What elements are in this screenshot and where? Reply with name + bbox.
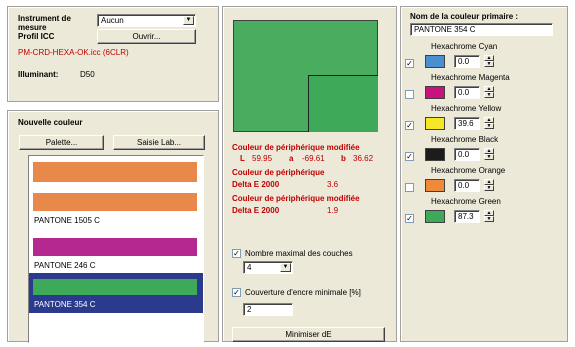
list-item-label[interactable]: PANTONE 246 C: [34, 261, 96, 270]
ink-spinner[interactable]: ▲ ▼: [484, 117, 494, 130]
instrument-label: Instrument de mesure: [18, 14, 71, 32]
lab-L-label: L: [240, 154, 245, 163]
delta-e-value: 3.6: [327, 180, 339, 189]
lab-entry-button[interactable]: Saisie Lab...: [113, 135, 205, 150]
ink-spinner[interactable]: ▲ ▼: [484, 86, 494, 99]
ink-value-input[interactable]: 0.0: [454, 86, 480, 99]
list-item-label[interactable]: PANTONE 1505 C: [34, 216, 100, 225]
list-item-selected[interactable]: PANTONE 354 C: [29, 273, 203, 313]
ink-editor-window: Instrument de mesure Aucun ▼ Profil ICC …: [0, 0, 575, 347]
spin-down-icon[interactable]: ▼: [484, 185, 494, 191]
ink-checkbox[interactable]: ✓: [405, 59, 414, 68]
delta-e-label: Delta E 2000: [232, 180, 280, 189]
list-item-swatch[interactable]: [33, 193, 197, 211]
delta-e-label-2: Delta E 2000: [232, 206, 280, 215]
ink-spinner[interactable]: ▲ ▼: [484, 179, 494, 192]
icc-profile-filename: PM-CRD-HEXA-OK.icc (6CLR): [18, 48, 129, 57]
list-item-label[interactable]: PANTONE 354 C: [34, 300, 96, 309]
ink-value-input[interactable]: 0.0: [454, 55, 480, 68]
primary-color-panel: Nom de la couleur primaire : PANTONE 354…: [400, 6, 568, 342]
lab-values-row: L 59.95 a -69.61 b 36.62: [240, 154, 390, 163]
ink-swatch: [425, 55, 445, 68]
new-color-title: Nouvelle couleur: [18, 118, 83, 127]
illuminant-label: Illuminant:: [18, 70, 59, 79]
lab-b-value: 36.62: [353, 154, 374, 163]
list-item-swatch[interactable]: [33, 162, 197, 182]
color-preview-inset: [308, 75, 378, 132]
lab-a-value: -69.61: [302, 154, 325, 163]
device-color-title: Couleur de périphérique: [232, 168, 325, 177]
lab-a-label: a: [289, 154, 294, 163]
ink-spinner[interactable]: ▲ ▼: [484, 148, 494, 161]
spin-down-icon[interactable]: ▼: [484, 61, 494, 67]
min-coverage-label: Couverture d'encre minimale [%]: [245, 288, 361, 297]
instrument-select-value: Aucun: [101, 16, 124, 25]
modified-device-color-title-2: Couleur de périphérique modifiée: [232, 194, 360, 203]
ink-checkbox[interactable]: ✓: [405, 152, 414, 161]
open-profile-button[interactable]: Ouvrir...: [97, 29, 196, 44]
max-layers-checkbox[interactable]: ✓: [232, 249, 241, 258]
instrument-panel: Instrument de mesure Aucun ▼ Profil ICC …: [7, 6, 219, 102]
ink-label: Hexachrome Green: [431, 197, 501, 206]
ink-label: Hexachrome Cyan: [431, 42, 498, 51]
ink-swatch: [425, 86, 445, 99]
primary-color-name-input[interactable]: PANTONE 354 C: [410, 23, 553, 36]
spin-down-icon[interactable]: ▼: [484, 92, 494, 98]
ink-spinner[interactable]: ▲ ▼: [484, 55, 494, 68]
primary-color-name-label: Nom de la couleur primaire :: [410, 12, 519, 21]
ink-swatch: [425, 210, 445, 223]
ink-value-input[interactable]: 0.0: [454, 148, 480, 161]
chevron-down-icon[interactable]: ▼: [280, 263, 291, 272]
ink-value-input[interactable]: 39.6: [454, 117, 480, 130]
color-preview: [233, 20, 378, 132]
minimize-de-button[interactable]: Minimiser dE: [232, 327, 385, 342]
ink-label: Hexachrome Yellow: [431, 104, 502, 113]
min-coverage-input[interactable]: 2: [243, 303, 293, 316]
spin-down-icon[interactable]: ▼: [484, 216, 494, 222]
list-item-swatch[interactable]: [33, 279, 197, 295]
chevron-down-icon[interactable]: ▼: [183, 16, 194, 25]
illuminant-value: D50: [80, 70, 95, 79]
color-list[interactable]: PANTONE 1505 C PANTONE 246 C PANTONE 354…: [28, 155, 204, 343]
icc-profile-label: Profil ICC: [18, 32, 55, 41]
lab-b-label: b: [341, 154, 346, 163]
max-layers-value: 4: [247, 263, 252, 272]
ink-checkbox[interactable]: ✓: [405, 214, 414, 223]
spin-down-icon[interactable]: ▼: [484, 154, 494, 160]
spin-down-icon[interactable]: ▼: [484, 123, 494, 129]
list-item-swatch[interactable]: [33, 238, 197, 256]
ink-value-input[interactable]: 0.0: [454, 179, 480, 192]
ink-swatch: [425, 117, 445, 130]
ink-label: Hexachrome Orange: [431, 166, 506, 175]
new-color-panel: Nouvelle couleur Palette... Saisie Lab..…: [7, 110, 219, 343]
ink-value-input[interactable]: 87.3: [454, 210, 480, 223]
ink-spinner[interactable]: ▲ ▼: [484, 210, 494, 223]
ink-label: Hexachrome Magenta: [431, 73, 510, 82]
ink-label: Hexachrome Black: [431, 135, 499, 144]
ink-swatch: [425, 148, 445, 161]
ink-checkbox[interactable]: ✓: [405, 121, 414, 130]
modified-device-color-title: Couleur de périphérique modifiée: [232, 143, 360, 152]
max-layers-select[interactable]: 4 ▼: [243, 261, 293, 274]
palette-button[interactable]: Palette...: [19, 135, 104, 150]
lab-L-value: 59.95: [252, 154, 273, 163]
ink-checkbox[interactable]: [405, 90, 414, 99]
ink-checkbox[interactable]: [405, 183, 414, 192]
min-coverage-checkbox[interactable]: ✓: [232, 288, 241, 297]
instrument-select[interactable]: Aucun ▼: [97, 14, 196, 27]
delta-e-value-2: 1.9: [327, 206, 339, 215]
ink-swatch: [425, 179, 445, 192]
max-layers-label: Nombre maximal des couches: [245, 249, 353, 258]
device-color-panel: Couleur de périphérique modifiée L 59.95…: [222, 6, 397, 342]
